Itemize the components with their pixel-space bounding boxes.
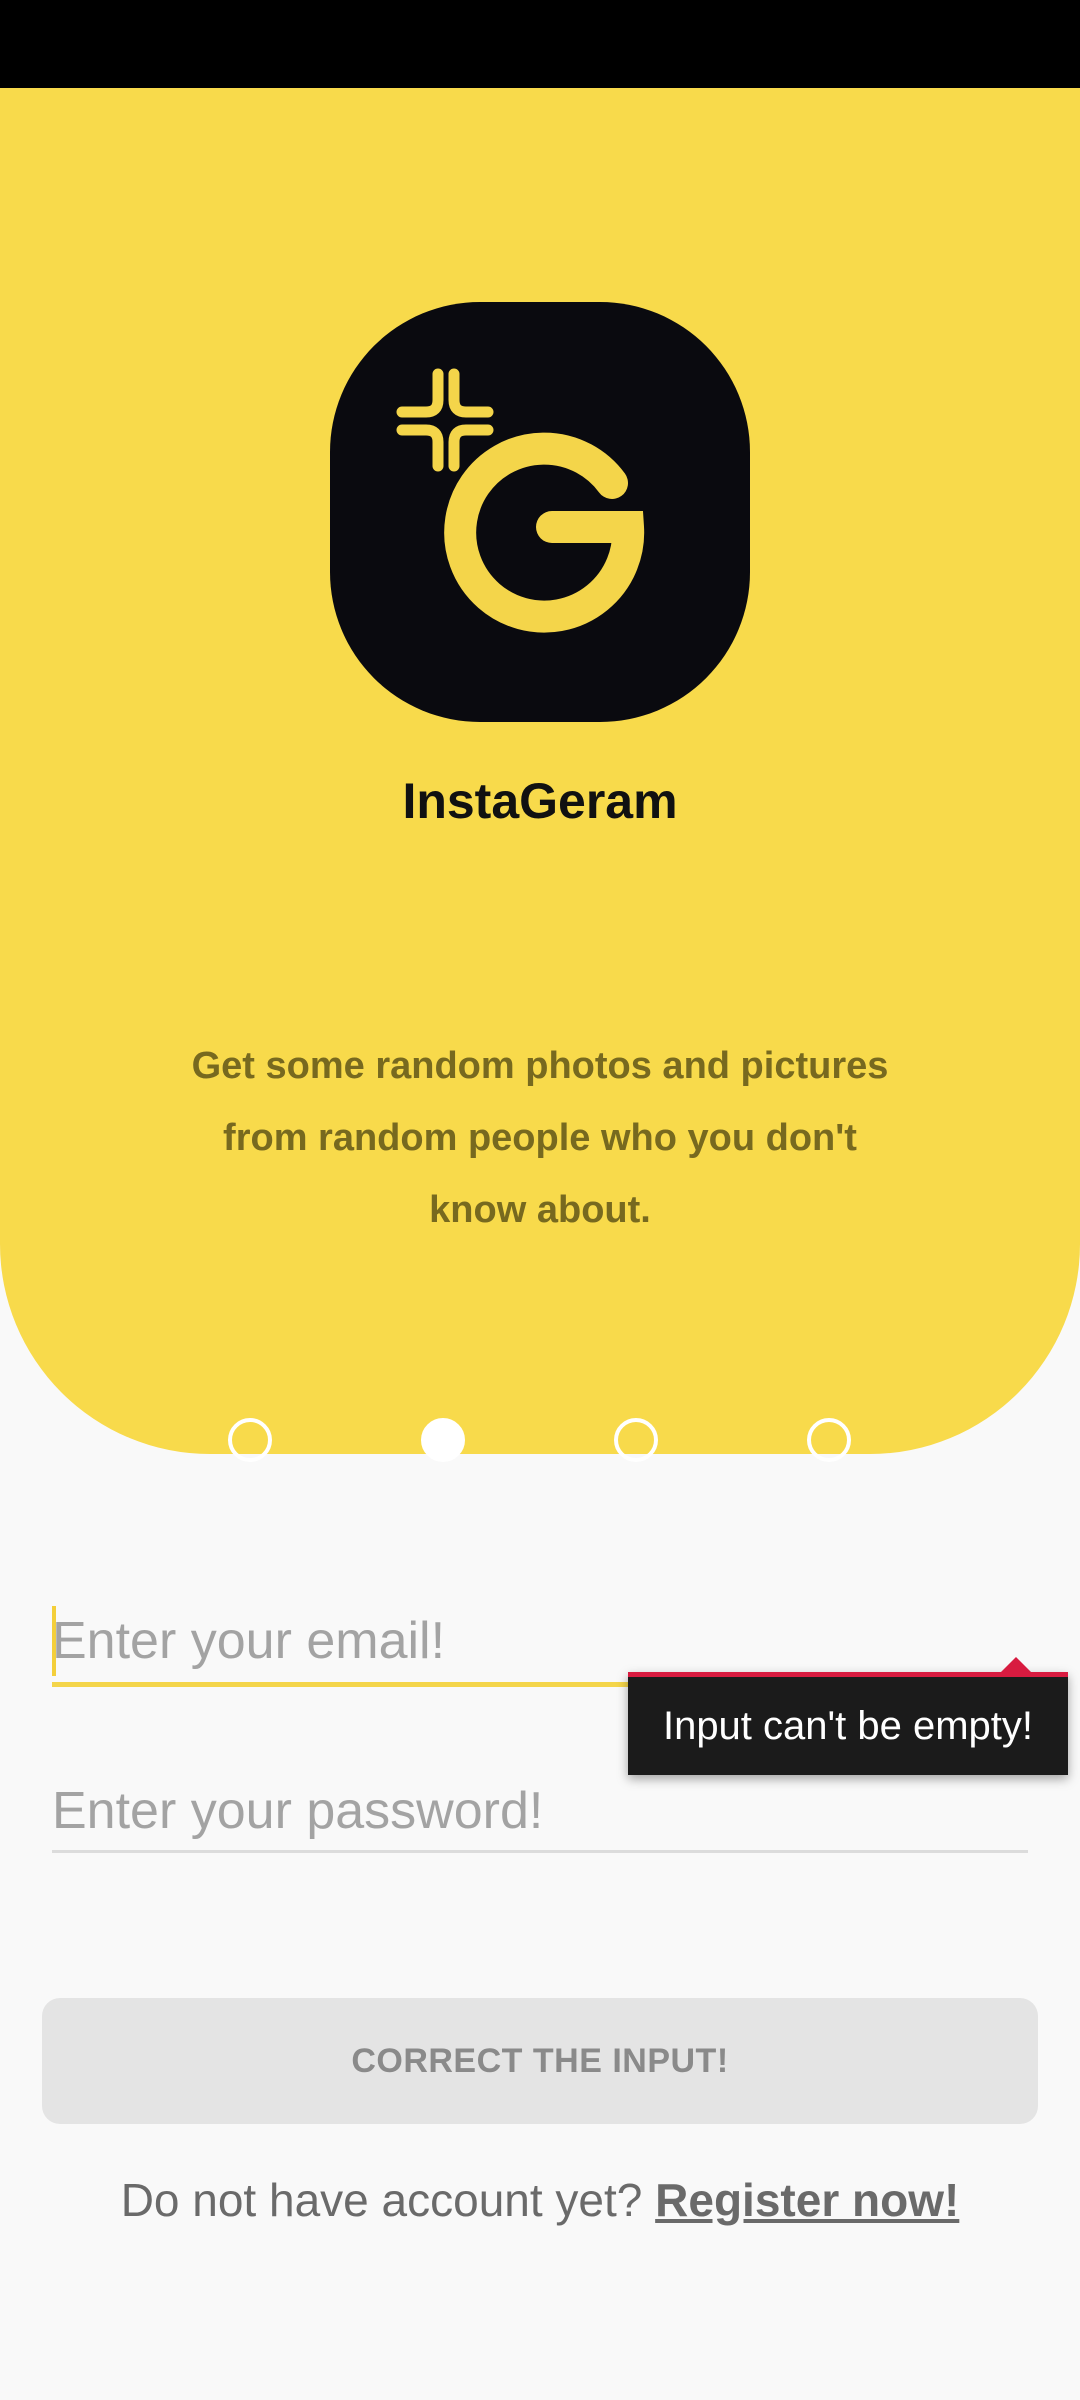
login-screen: InstaGeram Get some random photos and pi…: [0, 0, 1080, 2400]
password-placeholder[interactable]: Enter your password!: [52, 1770, 1028, 1852]
email-error-message: Input can't be empty!: [662, 1704, 1034, 1748]
app-tagline: Get some random photos and pictures from…: [191, 1045, 889, 1231]
password-field[interactable]: Enter your password!: [52, 1770, 1028, 1854]
sparkle-g-logo-icon: [396, 368, 645, 633]
page-dot-2-active[interactable]: [421, 1418, 465, 1462]
password-underline: [52, 1850, 1028, 1853]
app-name: InstaGeram: [402, 773, 678, 829]
page-dot-3[interactable]: [614, 1418, 658, 1462]
submit-button[interactable]: CORRECT THE INPUT!: [42, 1998, 1038, 2124]
status-bar: [0, 0, 1080, 88]
register-prompt-row: Do not have account yet? Register now!: [0, 2164, 1080, 2236]
page-dot-4[interactable]: [807, 1418, 851, 1462]
text-cursor: [52, 1606, 56, 1676]
app-logo: [330, 302, 750, 722]
email-error-tooltip: Input can't be empty!: [628, 1657, 1068, 1775]
page-indicator[interactable]: [0, 1418, 1080, 1466]
tooltip-arrow-icon: [1000, 1657, 1032, 1673]
page-dot-1[interactable]: [228, 1418, 272, 1462]
onboarding-hero[interactable]: InstaGeram Get some random photos and pi…: [0, 88, 1080, 1462]
register-prompt: Do not have account yet?: [120, 2174, 656, 2226]
register-link[interactable]: Register now!: [655, 2174, 959, 2226]
email-placeholder[interactable]: Enter your email!: [52, 1600, 1028, 1682]
